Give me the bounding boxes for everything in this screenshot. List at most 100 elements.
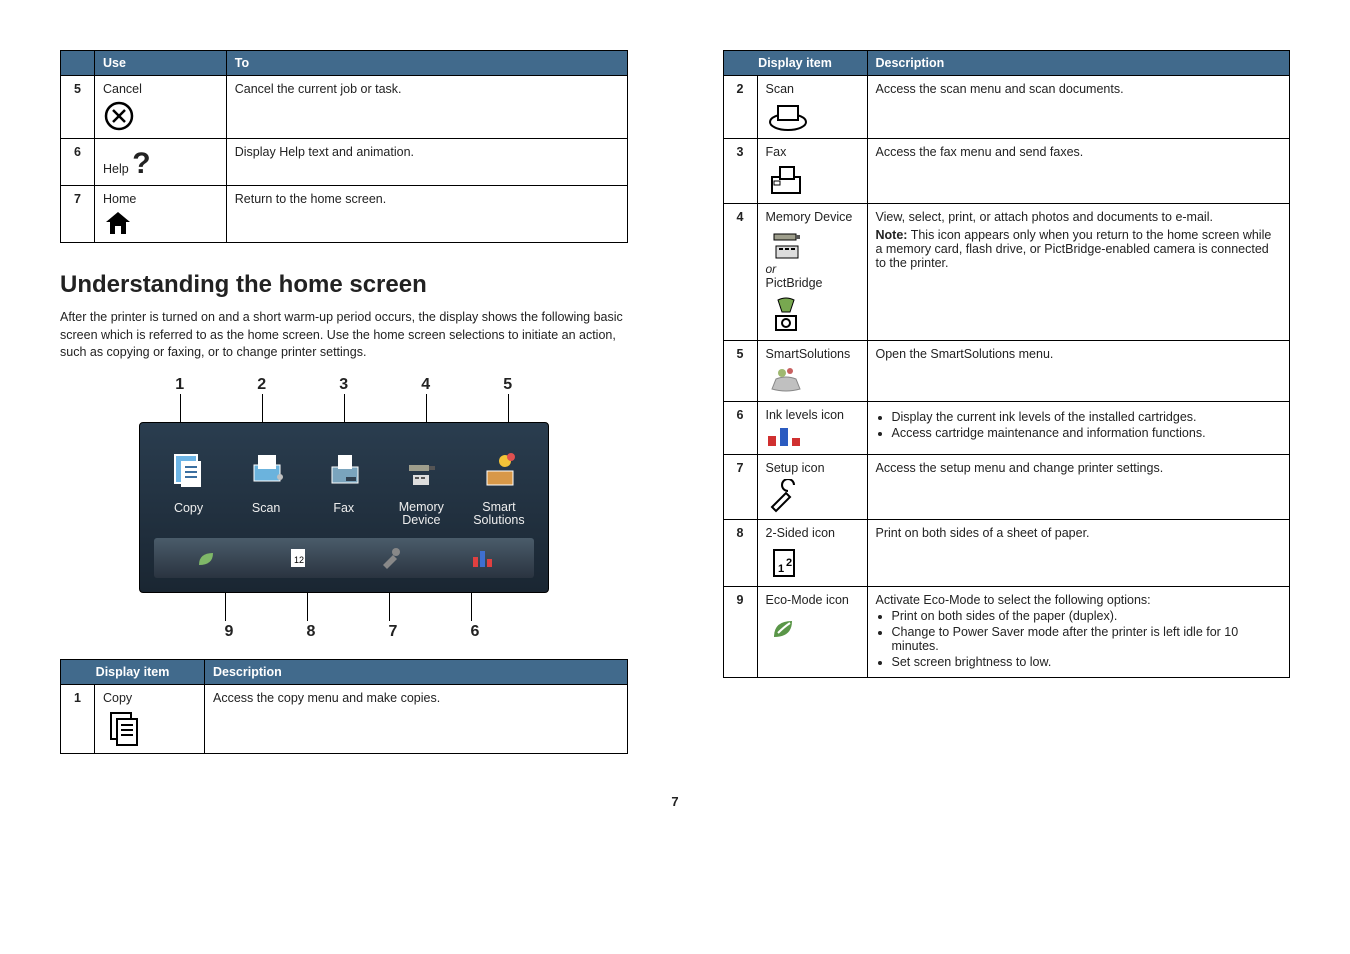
desc-line: View, select, print, or attach photos an… [876, 210, 1282, 224]
row-number: 8 [723, 520, 757, 587]
table-row: 5 SmartSolutions Open the SmartSolutions… [723, 341, 1290, 402]
description-cell: Access the fax menu and send faxes. [867, 139, 1290, 204]
header-to: To [226, 51, 627, 76]
use-cell: Home [95, 186, 227, 243]
help-icon: ? [132, 149, 150, 179]
callout-number: 3 [303, 376, 385, 394]
use-cell: Help ? [95, 139, 227, 186]
fax-icon [766, 163, 859, 197]
eco-mode-bar-icon [193, 545, 219, 571]
table-row: 5 Cancel Cancel the current job or task. [61, 76, 628, 139]
label: Setup icon [766, 461, 825, 475]
intro-paragraph: After the printer is turned on and a sho… [60, 309, 628, 362]
description-cell: Open the SmartSolutions menu. [867, 341, 1290, 402]
bullet: Set screen brightness to low. [892, 655, 1282, 669]
row-number: 6 [61, 139, 95, 186]
row-number: 3 [723, 139, 757, 204]
label: SmartSolutions [766, 347, 851, 361]
section-heading: Understanding the home screen [60, 271, 628, 299]
tile-label: Copy [154, 501, 224, 515]
item-cell: Fax [757, 139, 867, 204]
label: Memory Device [766, 210, 853, 224]
cancel-icon [103, 100, 218, 132]
memory-device-tile-icon [399, 447, 443, 491]
label: Copy [103, 691, 132, 705]
table-row: 7 Setup icon Access the setup menu and c… [723, 455, 1290, 520]
to-cell: Return to the home screen. [226, 186, 627, 243]
callout-number: 6 [434, 623, 516, 641]
to-cell: Cancel the current job or task. [226, 76, 627, 139]
printer-screen: Copy Scan Fax MemoryDevice [139, 422, 549, 594]
table-header-row: Use To [61, 51, 628, 76]
right-column: Display item Description 2 Scan Access t… [723, 50, 1291, 678]
scan-icon [766, 100, 859, 132]
description-cell: Access the scan menu and scan documents. [867, 76, 1290, 139]
row-number: 1 [61, 685, 95, 754]
label: Home [103, 192, 136, 206]
top-callout-labels: 1 2 3 4 5 [139, 376, 549, 394]
label: Cancel [103, 82, 142, 96]
table-row: 3 Fax Access the fax menu and send faxes… [723, 139, 1290, 204]
tile-label: MemoryDevice [387, 501, 457, 529]
callout-number: 7 [352, 623, 434, 641]
copy-tile: Copy [154, 441, 224, 529]
use-to-table: Use To 5 Cancel Cancel the current job o… [60, 50, 628, 243]
callout-lines-bottom [139, 593, 549, 621]
bullet: Display the current ink levels of the in… [892, 410, 1282, 424]
description-cell: Access the setup menu and change printer… [867, 455, 1290, 520]
bullet: Change to Power Saver mode after the pri… [892, 625, 1282, 653]
svg-text:2: 2 [786, 557, 792, 569]
item-cell: Setup icon [757, 455, 867, 520]
label: PictBridge [766, 276, 823, 290]
row-number: 6 [723, 402, 757, 455]
callout-number: 5 [467, 376, 549, 394]
header-description: Description [205, 660, 628, 685]
tile-label: Fax [309, 501, 379, 515]
label: Fax [766, 145, 787, 159]
note-text: This icon appears only when you return t… [876, 228, 1272, 270]
table-row: 4 Memory Device or PictBridge View, sele… [723, 204, 1290, 341]
scan-tile-icon [244, 447, 288, 491]
header-description: Description [867, 51, 1290, 76]
home-screen-figure: 1 2 3 4 5 Copy [139, 376, 549, 642]
copy-tile-icon [167, 447, 211, 491]
table-row: 8 2-Sided icon 12 Print on both sides of… [723, 520, 1290, 587]
item-cell: Ink levels icon [757, 402, 867, 455]
item-cell: Scan [757, 76, 867, 139]
description-cell: View, select, print, or attach photos an… [867, 204, 1290, 341]
row-number: 7 [61, 186, 95, 243]
label: Scan [766, 82, 795, 96]
left-column: Use To 5 Cancel Cancel the current job o… [60, 50, 628, 754]
or-label: or [766, 262, 859, 276]
row-number: 7 [723, 455, 757, 520]
scan-tile: Scan [231, 441, 301, 529]
fax-tile-icon [322, 447, 366, 491]
table-row: 6 Ink levels icon Display the current in… [723, 402, 1290, 455]
table-header-row: Display item Description [61, 660, 628, 685]
header-blank [61, 51, 95, 76]
eco-mode-icon [766, 611, 859, 645]
desc-line: Activate Eco-Mode to select the followin… [876, 593, 1282, 607]
two-column-layout: Use To 5 Cancel Cancel the current job o… [60, 50, 1290, 754]
label: Help [103, 162, 129, 176]
callout-lines-top [139, 394, 549, 422]
ink-levels-bar-icon [469, 545, 495, 571]
use-cell: Cancel [95, 76, 227, 139]
description-cell: Print on both sides of a sheet of paper. [867, 520, 1290, 587]
svg-text:1: 1 [778, 563, 784, 575]
note-label: Note: [876, 228, 908, 242]
two-sided-bar-icon: 12 [285, 545, 311, 571]
row-number: 2 [723, 76, 757, 139]
tile-row: Copy Scan Fax MemoryDevice [154, 441, 534, 529]
table-row: 1 Copy Access the copy menu and make cop… [61, 685, 628, 754]
row-number: 5 [61, 76, 95, 139]
tile-label: Scan [231, 501, 301, 515]
copy-icon [103, 709, 196, 747]
bullet: Print on both sides of the paper (duplex… [892, 609, 1282, 623]
table-header-row: Display item Description [723, 51, 1290, 76]
item-cell: Memory Device or PictBridge [757, 204, 867, 341]
bottom-bar: 12 [154, 538, 534, 578]
item-cell: 2-Sided icon 12 [757, 520, 867, 587]
table-row: 7 Home Return to the home screen. [61, 186, 628, 243]
callout-number: 1 [139, 376, 221, 394]
